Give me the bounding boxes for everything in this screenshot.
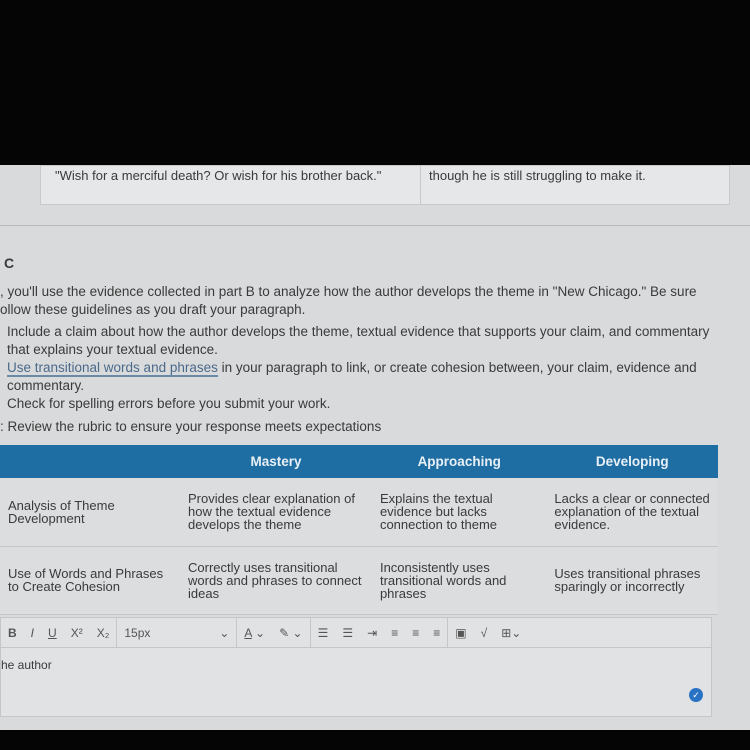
table-row: Analysis of Theme Development Provides c… <box>0 478 718 547</box>
divider <box>0 225 750 226</box>
header-approaching: Approaching <box>371 445 547 478</box>
font-size-select[interactable]: 15px <box>117 626 212 640</box>
header-developing: Developing <box>546 445 718 478</box>
guideline-1: Include a claim about how the author dev… <box>7 324 710 357</box>
bold-icon[interactable]: B <box>1 626 24 640</box>
criterion: Analysis of Theme Development <box>0 478 180 547</box>
rubric-table: Mastery Approaching Developing Analysis … <box>0 445 718 615</box>
evidence-response: though he is still struggling to make it… <box>429 168 646 183</box>
criterion: Use of Words and Phrases to Create Cohes… <box>0 546 180 615</box>
assignment-screen: "Wish for a merciful death? Or wish for … <box>0 165 750 730</box>
guideline-3: Check for spelling errors before you sub… <box>7 396 331 411</box>
superscript-icon[interactable]: X² <box>64 626 90 640</box>
align-center-icon[interactable]: ≡ <box>405 626 426 640</box>
rubric-tip: : Review the rubric to ensure your respo… <box>0 419 382 434</box>
header-blank <box>0 445 180 478</box>
bullet-list-icon[interactable]: ☰ <box>311 626 336 640</box>
instructions: , you'll use the evidence collected in p… <box>0 284 697 317</box>
image-icon[interactable]: ▣ <box>448 626 473 640</box>
cell: Lacks a clear or connected explanation o… <box>546 478 718 547</box>
cell: Provides clear explanation of how the te… <box>180 478 372 547</box>
editor-toolbar: B I U X² X₂ 15px ⌄ A ⌄ ✎ ⌄ ☰ ☰ ⇥ ≡ ≡ ≡ ▣… <box>1 617 711 648</box>
highlight-icon[interactable]: ✎ ⌄ <box>272 626 309 640</box>
spellcheck-icon[interactable]: √ <box>474 626 495 640</box>
cell: Uses transitional phrases sparingly or i… <box>546 546 718 615</box>
rubric-header: Mastery Approaching Developing <box>0 445 718 478</box>
align-right-icon[interactable]: ≡ <box>426 626 447 640</box>
indent-icon[interactable]: ⇥ <box>360 626 384 640</box>
underline-icon[interactable]: U <box>41 626 64 640</box>
table-row: Use of Words and Phrases to Create Cohes… <box>0 546 718 615</box>
evidence-row: "Wish for a merciful death? Or wish for … <box>40 165 730 205</box>
cell: Inconsistently uses transitional words a… <box>371 546 547 615</box>
guidelines-list: Include a claim about how the author dev… <box>7 323 727 413</box>
guideline-2: Use transitional words and phrases in yo… <box>7 360 697 393</box>
subscript-icon[interactable]: X₂ <box>90 626 117 640</box>
cell: Explains the textual evidence but lacks … <box>371 478 547 547</box>
check-icon: ✓ <box>689 688 703 702</box>
chevron-down-icon[interactable]: ⌄ <box>212 626 236 640</box>
numbered-list-icon[interactable]: ☰ <box>335 626 360 640</box>
header-mastery: Mastery <box>180 445 372 478</box>
response-editor[interactable]: B I U X² X₂ 15px ⌄ A ⌄ ✎ ⌄ ☰ ☰ ⇥ ≡ ≡ ≡ ▣… <box>0 617 712 717</box>
cell: Correctly uses transitional words and ph… <box>180 546 372 615</box>
part-label: C <box>4 255 15 271</box>
evidence-quote: "Wish for a merciful death? Or wish for … <box>41 166 421 204</box>
align-left-icon[interactable]: ≡ <box>384 626 405 640</box>
transitional-words-link[interactable]: Use transitional words and phrases <box>7 360 218 377</box>
editor-content[interactable]: he author <box>1 648 711 682</box>
font-color-icon[interactable]: A ⌄ <box>237 626 272 640</box>
italic-icon[interactable]: I <box>24 626 41 640</box>
table-icon[interactable]: ⊞⌄ <box>494 626 528 640</box>
